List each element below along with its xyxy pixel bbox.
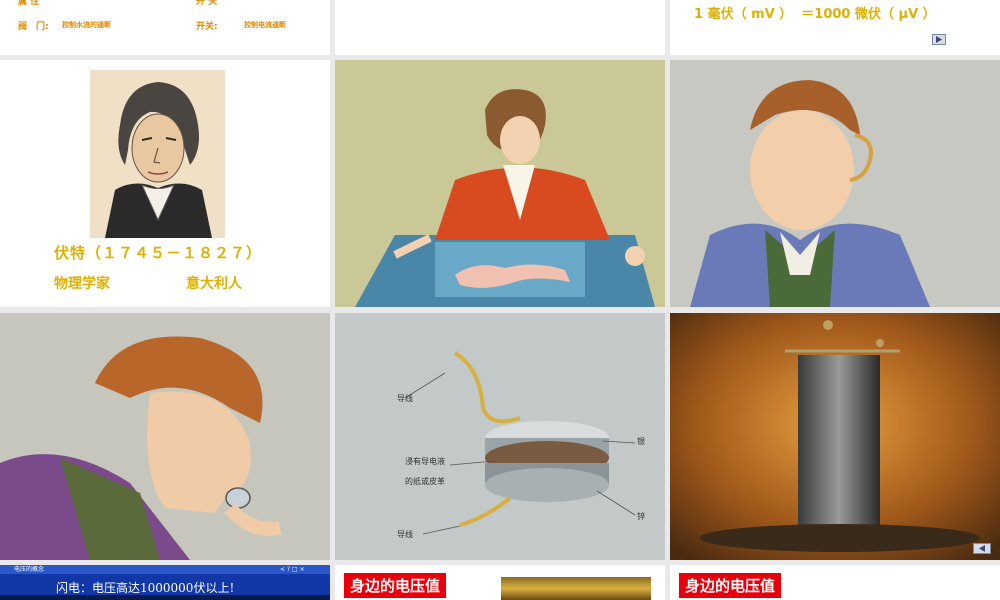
slide-thumbnail-3[interactable]: 1 毫伏（ mV ） ＝1000 微伏（ μV ） xyxy=(670,0,1000,55)
row1-left-label: 属 性 xyxy=(18,0,40,7)
slide-thumbnail-9[interactable] xyxy=(670,313,1000,560)
back-button[interactable] xyxy=(973,543,991,554)
play-button[interactable] xyxy=(932,34,946,45)
row1-right-label: 开 关 xyxy=(196,0,218,7)
unit-formula: 1 毫伏（ mV ） ＝1000 微伏（ μV ） xyxy=(694,7,936,22)
slide-thumbnail-2[interactable] xyxy=(335,0,665,55)
slide-thumbnail-12[interactable]: 身边的电压值 xyxy=(670,565,1000,600)
window-title: 电压的概念 xyxy=(14,566,45,573)
slide-thumbnail-5[interactable] xyxy=(335,60,665,307)
tongue-experiment-illustration xyxy=(670,60,1000,307)
slide-thumbnail-4[interactable]: 伏特（１７４５－１８２７） 物理学家 意大利人 xyxy=(0,60,330,307)
lightning-image-strip xyxy=(0,595,330,600)
label-zinc: 锌 xyxy=(637,512,645,521)
portrait-caption-profession: 物理学家 xyxy=(54,276,110,292)
slide-thumbnail-11[interactable]: 身边的电压值 xyxy=(335,565,665,600)
label-paper-line1: 浸有导电液 xyxy=(405,457,445,466)
voltage-around-tag: 身边的电压值 xyxy=(679,573,782,598)
galvani-frog-illustration xyxy=(335,60,665,307)
row2-right-value: 控制电流通断 xyxy=(244,21,286,29)
voltaic-cell-diagram xyxy=(335,313,665,560)
slide-thumbnail-1[interactable]: 属 性 开 关 阀 门: 控制水流的通断 开关: 控制电流通断 xyxy=(0,0,330,55)
back-arrow-icon xyxy=(979,545,985,552)
profile-illustration xyxy=(0,313,330,560)
play-icon xyxy=(936,36,942,43)
row2-left-value: 控制水流的通断 xyxy=(62,21,111,29)
window-titlebar: 电压的概念 < ? □ × xyxy=(0,565,330,574)
portrait-caption-dates: 伏特（１７４５－１８２７） xyxy=(54,244,263,262)
slide-thumbnail-8[interactable]: 导线 银 浸有导电液 的纸或皮革 锌 导线 xyxy=(335,313,665,560)
window-controls[interactable]: < ? □ × xyxy=(280,565,305,574)
slide-thumbnail-6[interactable] xyxy=(670,60,1000,307)
appliance-photo xyxy=(501,577,651,600)
slide-thumbnail-10[interactable]: 电压的概念 < ? □ × 闪电：电压高达1000000伏以上! xyxy=(0,565,330,600)
label-silver: 银 xyxy=(637,437,645,446)
row2-left-label: 阀 门: xyxy=(18,22,49,32)
coil-photo xyxy=(670,313,1000,560)
label-paper-line2: 的纸或皮革 xyxy=(405,477,445,486)
label-wire-top: 导线 xyxy=(397,394,413,403)
slide-thumbnail-7[interactable] xyxy=(0,313,330,560)
row2-right-label: 开关: xyxy=(196,22,218,32)
portrait-caption-nationality: 意大利人 xyxy=(186,276,242,292)
label-wire-bottom: 导线 xyxy=(397,530,413,539)
volta-portrait xyxy=(90,70,225,238)
voltage-around-tag: 身边的电压值 xyxy=(344,573,447,598)
lightning-voltage-text: 闪电：电压高达1000000伏以上! xyxy=(56,581,235,595)
